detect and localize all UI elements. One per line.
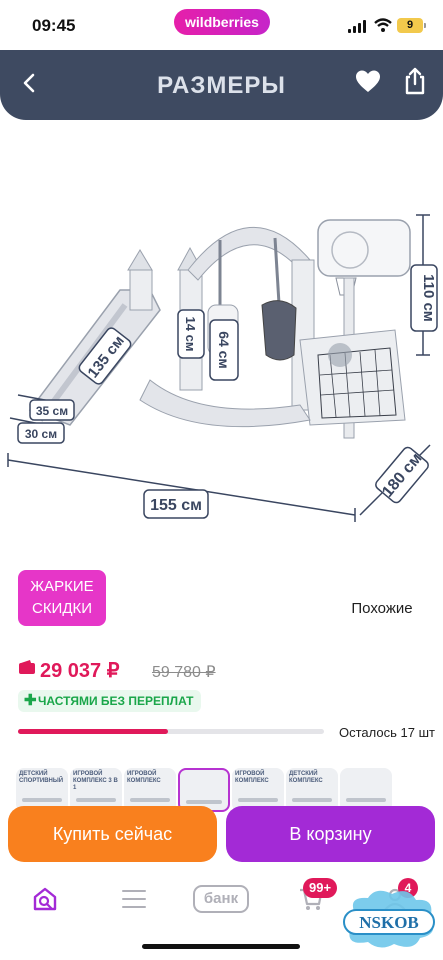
thumbnail-image-placeholder (238, 798, 278, 802)
share-button[interactable] (402, 66, 428, 96)
thumbnail-caption: ДЕТСКИЙ КОМПЛЕКС (289, 771, 323, 784)
home-search-icon[interactable] (32, 886, 58, 912)
stock-progress-bar (18, 729, 324, 734)
cellular-signal-icon (348, 20, 368, 33)
bank-nav-button[interactable]: банк (193, 885, 249, 913)
price-current: 29 037 ₽ (40, 660, 120, 682)
thumbnail-image-placeholder (292, 798, 332, 802)
favorite-button[interactable] (354, 68, 382, 96)
watermark-text: NSKOB (359, 913, 419, 932)
promo-badge-line1: ЖАРКИЕ (30, 578, 94, 595)
buy-now-button[interactable]: Купить сейчас (8, 806, 217, 862)
similar-button[interactable]: Похожие (338, 594, 426, 624)
watermark-logo: NSKOB (343, 890, 435, 948)
price-old: 59 780 ₽ (152, 664, 216, 681)
thumbnail-image-placeholder (22, 798, 62, 802)
promo-badge-line2: СКИДКИ (31, 600, 93, 617)
installments-text: ЧАСТЯМИ БЕЗ ПЕРЕПЛАТ (38, 694, 194, 708)
thumbnail-image-placeholder (186, 800, 222, 804)
width-label: 155 см (150, 497, 202, 514)
status-time: 09:45 (32, 16, 76, 35)
step-lower-label: 30 см (25, 427, 57, 441)
thumbnail-caption: ДЕТСКИЙ СПОРТИВНЫЙ (19, 771, 64, 784)
home-indicator (142, 944, 300, 949)
step-upper-label: 35 см (36, 404, 68, 418)
playground-illustration: 155 см 180 см 110 см 135 см 64 см 14 см … (7, 214, 438, 522)
thumbnail-image-placeholder (130, 798, 170, 802)
thumbnail-caption: ИГРОВОЙ КОМПЛЕКС (235, 771, 269, 784)
stock-remaining: Осталось 17 шт (339, 725, 435, 740)
plus-icon: ✚ (24, 692, 37, 709)
promo-badge: ЖАРКИЕ СКИДКИ (18, 570, 106, 626)
height-label: 110 см (420, 274, 437, 322)
app-pill[interactable]: wildberries (174, 9, 270, 35)
swing-height-label: 64 см (216, 331, 232, 369)
wallet-icon (19, 660, 35, 674)
status-bar: 09:45 wildberries 9 (0, 0, 443, 50)
share-icon (405, 67, 425, 95)
stock-progress-fill (18, 729, 168, 734)
battery-indicator: 9 (397, 18, 426, 33)
thumbnail-image-placeholder (346, 798, 386, 802)
cart-count-badge: 99+ (303, 878, 338, 898)
heart-icon (356, 70, 380, 92)
thumbnail-image-placeholder (76, 798, 116, 802)
page-header: РАЗМЕРЫ (0, 50, 443, 120)
seat-height-label: 14 см (183, 317, 198, 352)
installments-badge[interactable]: ✚ЧАСТЯМИ БЕЗ ПЕРЕПЛАТ (18, 690, 202, 712)
thumbnail-caption: ИГРОВОЙ КОМПЛЕКС (127, 771, 161, 784)
wifi-icon (374, 18, 392, 32)
thumbnail-caption: ИГРОВОЙ КОМПЛЕКС 3 В 1 (73, 771, 118, 791)
add-to-cart-button[interactable]: В корзину (226, 806, 435, 862)
catalog-menu-icon[interactable] (122, 889, 146, 909)
